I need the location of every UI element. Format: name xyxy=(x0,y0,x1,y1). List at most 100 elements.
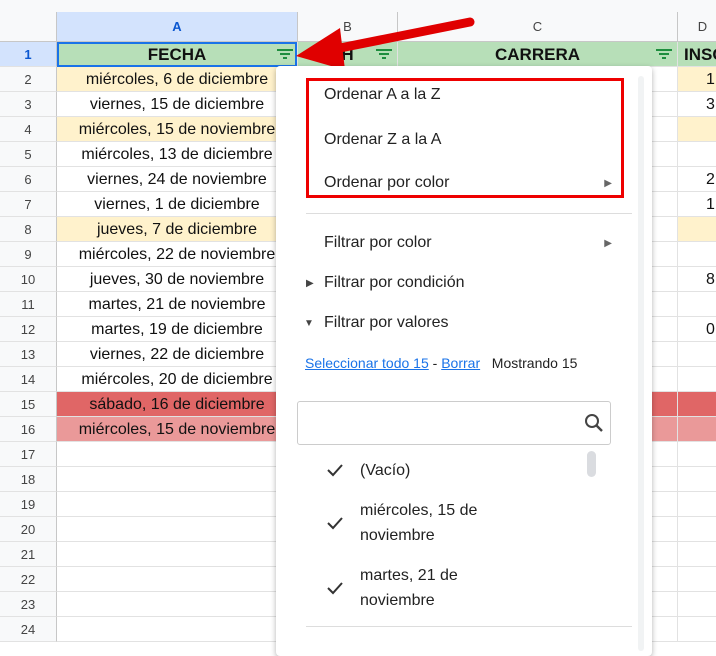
filter-icon[interactable] xyxy=(375,46,393,62)
fecha-cell[interactable] xyxy=(57,517,298,542)
row-header[interactable]: 13 xyxy=(0,342,57,367)
fecha-cell[interactable]: martes, 21 de noviembre xyxy=(57,292,298,317)
row-header[interactable]: 15 xyxy=(0,392,57,417)
select-all-corner[interactable] xyxy=(0,12,57,42)
table-cell[interactable] xyxy=(678,442,716,467)
table-cell[interactable] xyxy=(678,292,716,317)
fecha-cell[interactable]: miércoles, 20 de diciembre xyxy=(57,367,298,392)
table-cell[interactable] xyxy=(678,467,716,492)
table-cell[interactable]: 8 xyxy=(678,267,716,292)
row-header[interactable]: 4 xyxy=(0,117,57,142)
table-cell[interactable] xyxy=(678,117,716,142)
fecha-cell[interactable]: viernes, 24 de noviembre xyxy=(57,167,298,192)
fecha-cell[interactable] xyxy=(57,592,298,617)
filter-by-condition-item[interactable]: Filtrar por condición xyxy=(324,274,465,292)
column-header-a[interactable]: A xyxy=(57,12,298,42)
divider xyxy=(306,626,632,627)
fecha-cell[interactable]: miércoles, 15 de noviembre xyxy=(57,417,298,442)
row-header[interactable]: 19 xyxy=(0,492,57,517)
value-option[interactable]: martes, 21 de noviembre xyxy=(360,563,510,613)
row-header[interactable]: 14 xyxy=(0,367,57,392)
table-cell[interactable] xyxy=(678,392,716,417)
table-cell[interactable] xyxy=(678,417,716,442)
filter-by-values-item[interactable]: Filtrar por valores xyxy=(324,314,448,332)
value-option[interactable]: miércoles, 15 de noviembre xyxy=(360,498,510,548)
row-header[interactable]: 5 xyxy=(0,142,57,167)
row-header[interactable]: 23 xyxy=(0,592,57,617)
table-cell[interactable] xyxy=(678,367,716,392)
row-header[interactable]: 24 xyxy=(0,617,57,642)
row-header[interactable]: 9 xyxy=(0,242,57,267)
table-cell[interactable] xyxy=(678,217,716,242)
column-header-c[interactable]: C xyxy=(398,12,678,42)
row-header[interactable]: 1 xyxy=(0,42,57,67)
values-search-input[interactable] xyxy=(297,401,611,445)
check-icon[interactable] xyxy=(326,581,344,595)
table-cell[interactable] xyxy=(678,242,716,267)
clear-link[interactable]: Borrar xyxy=(441,355,480,371)
fecha-cell[interactable]: viernes, 22 de diciembre xyxy=(57,342,298,367)
table-cell[interactable] xyxy=(678,142,716,167)
fecha-cell[interactable]: viernes, 1 de diciembre xyxy=(57,192,298,217)
fecha-cell[interactable]: sábado, 16 de diciembre xyxy=(57,392,298,417)
row-header[interactable]: 10 xyxy=(0,267,57,292)
fecha-cell[interactable]: viernes, 15 de diciembre xyxy=(57,92,298,117)
values-scrollbar[interactable] xyxy=(587,451,596,477)
collapse-triangle-icon[interactable]: ▼ xyxy=(304,318,314,329)
check-icon[interactable] xyxy=(326,516,344,530)
filter-by-color-item[interactable]: Filtrar por color xyxy=(324,234,432,252)
row-header[interactable]: 16 xyxy=(0,417,57,442)
column-header-b[interactable]: B xyxy=(298,12,398,42)
column-header-d[interactable]: D xyxy=(678,12,716,42)
divider xyxy=(306,213,632,214)
table-cell[interactable] xyxy=(678,517,716,542)
row-header[interactable]: 22 xyxy=(0,567,57,592)
fecha-cell[interactable] xyxy=(57,467,298,492)
table-cell[interactable]: 0 xyxy=(678,317,716,342)
fecha-cell[interactable]: miércoles, 13 de diciembre xyxy=(57,142,298,167)
fecha-cell[interactable]: miércoles, 6 de diciembre xyxy=(57,67,298,92)
row-header[interactable]: 6 xyxy=(0,167,57,192)
filter-icon[interactable] xyxy=(655,46,673,62)
table-cell[interactable] xyxy=(678,567,716,592)
row-header[interactable]: 18 xyxy=(0,467,57,492)
row-header[interactable]: 17 xyxy=(0,442,57,467)
fecha-cell[interactable] xyxy=(57,492,298,517)
header-carrera-label: CARRERA xyxy=(495,45,580,64)
table-cell[interactable] xyxy=(678,617,716,642)
table-cell[interactable] xyxy=(678,492,716,517)
table-cell[interactable] xyxy=(678,542,716,567)
fecha-cell[interactable]: jueves, 7 de diciembre xyxy=(57,217,298,242)
row-header[interactable]: 12 xyxy=(0,317,57,342)
row-header[interactable]: 21 xyxy=(0,542,57,567)
fecha-cell[interactable]: miércoles, 15 de noviembre xyxy=(57,117,298,142)
row-header[interactable]: 7 xyxy=(0,192,57,217)
select-all-link[interactable]: Seleccionar todo 15 xyxy=(305,355,429,371)
table-cell[interactable]: 1 xyxy=(678,67,716,92)
table-cell[interactable]: 3 xyxy=(678,92,716,117)
value-option[interactable]: (Vacío) xyxy=(360,458,410,483)
table-cell[interactable] xyxy=(678,342,716,367)
row-header[interactable]: 8 xyxy=(0,217,57,242)
row-header[interactable]: 20 xyxy=(0,517,57,542)
table-cell[interactable] xyxy=(678,592,716,617)
values-actions: Seleccionar todo 15 - Borrar Mostrando 1… xyxy=(305,355,577,371)
table-cell[interactable]: 1 xyxy=(678,192,716,217)
fecha-cell[interactable] xyxy=(57,617,298,642)
fecha-cell[interactable] xyxy=(57,442,298,467)
header-carrera[interactable]: CARRERA xyxy=(398,42,678,67)
header-insc[interactable]: INSC xyxy=(678,42,716,67)
expand-triangle-icon[interactable]: ▶ xyxy=(306,278,314,289)
fecha-cell[interactable]: martes, 19 de diciembre xyxy=(57,317,298,342)
submenu-arrow-icon: ▶ xyxy=(604,238,612,249)
row-header[interactable]: 2 xyxy=(0,67,57,92)
row-header[interactable]: 3 xyxy=(0,92,57,117)
check-icon[interactable] xyxy=(326,463,344,477)
row-header[interactable]: 11 xyxy=(0,292,57,317)
menu-scrollbar[interactable] xyxy=(638,76,644,651)
fecha-cell[interactable]: jueves, 30 de noviembre xyxy=(57,267,298,292)
fecha-cell[interactable] xyxy=(57,567,298,592)
fecha-cell[interactable] xyxy=(57,542,298,567)
table-cell[interactable]: 2 xyxy=(678,167,716,192)
fecha-cell[interactable]: miércoles, 22 de noviembre xyxy=(57,242,298,267)
